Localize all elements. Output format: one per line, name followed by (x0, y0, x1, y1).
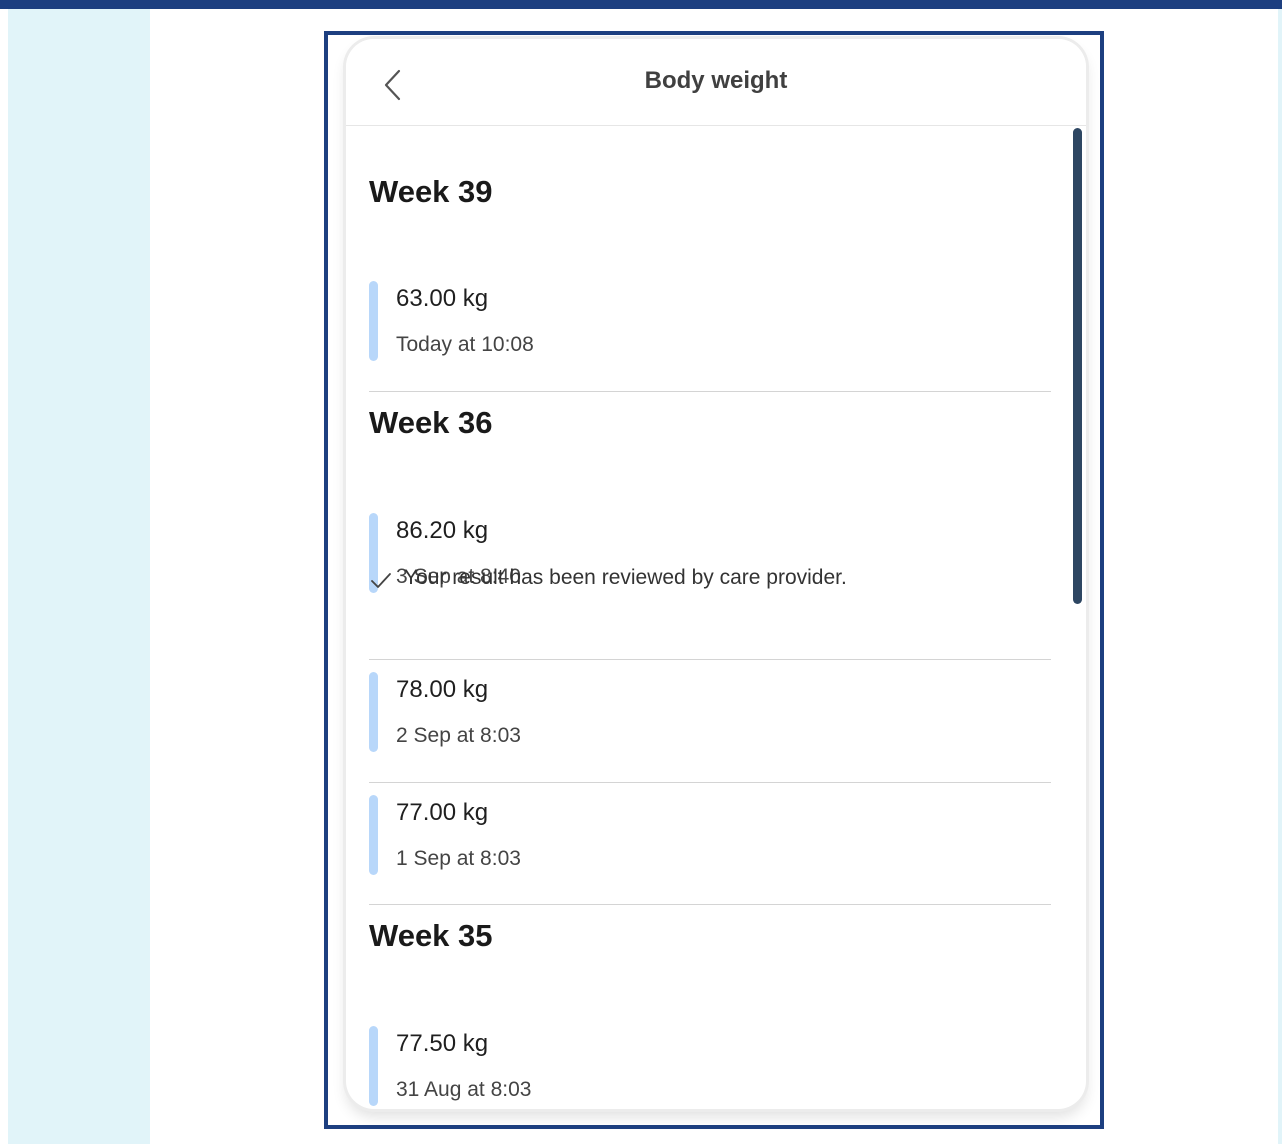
scrollbar[interactable] (1073, 128, 1082, 604)
review-note-text: Your result has been reviewed by care pr… (404, 566, 847, 589)
entry-timestamp: 31 Aug at 8:03 (396, 1078, 532, 1101)
phone-screen: Body weight Week 39 63.00 kg Today at 10… (346, 39, 1086, 1109)
header: Body weight (346, 39, 1086, 126)
checkmark-icon (369, 568, 393, 592)
review-note: Your result has been reviewed by care pr… (369, 566, 969, 596)
entry-timestamp: 1 Sep at 8:03 (396, 847, 521, 870)
page-title: Body weight (644, 67, 788, 94)
entry-timestamp: 2 Sep at 8:03 (396, 724, 521, 747)
entry-accent-bar (369, 672, 378, 752)
weight-value: 77.50 kg (396, 1030, 489, 1057)
weight-value: 78.00 kg (396, 676, 489, 703)
divider (369, 904, 1051, 905)
weight-history-list[interactable]: Week 39 63.00 kg Today at 10:08 Week 36 … (346, 126, 1086, 1109)
divider (369, 391, 1051, 392)
left-side-panel (8, 9, 150, 1144)
weight-value: 86.20 kg (396, 517, 489, 544)
divider (369, 782, 1051, 783)
highlight-frame: Body weight Week 39 63.00 kg Today at 10… (324, 31, 1104, 1129)
entry-accent-bar (369, 1026, 378, 1106)
entry-timestamp: Today at 10:08 (396, 333, 534, 356)
week-heading: Week 39 (369, 174, 493, 209)
entry-accent-bar (369, 281, 378, 361)
entry-accent-bar (369, 795, 378, 875)
week-heading: Week 36 (369, 405, 493, 440)
right-side-panel (1278, 9, 1282, 1144)
divider (369, 659, 1051, 660)
top-rule (0, 0, 1282, 9)
weight-value: 63.00 kg (396, 285, 489, 312)
week-heading: Week 35 (369, 918, 493, 953)
weight-value: 77.00 kg (396, 799, 489, 826)
